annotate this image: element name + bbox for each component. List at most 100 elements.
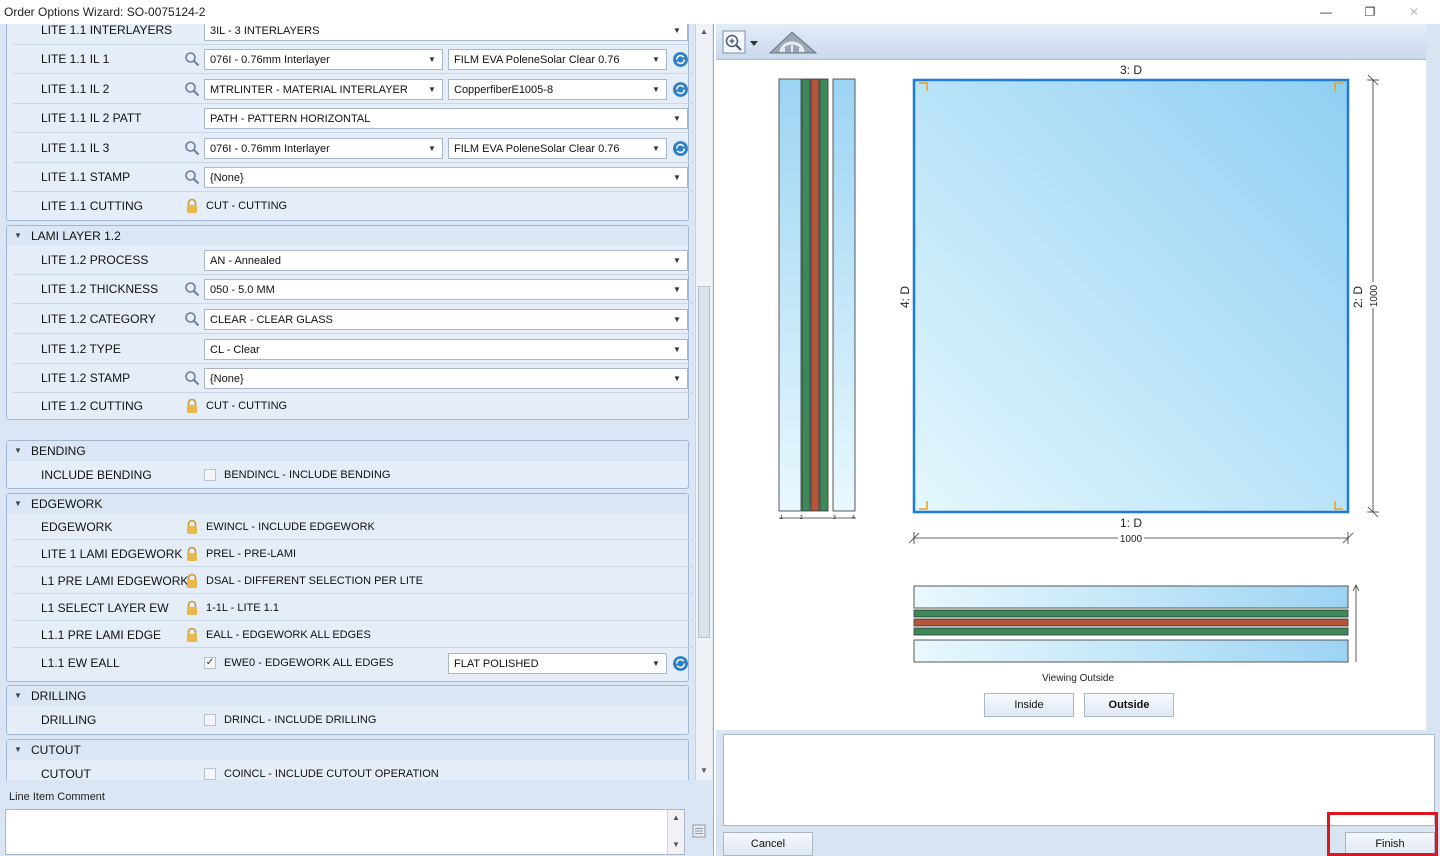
- interlayers-select[interactable]: 3IL - 3 INTERLAYERS ▼: [204, 24, 688, 41]
- row-label: LITE 1.2 PROCESS: [41, 253, 149, 267]
- chevron-down-icon[interactable]: ▼: [667, 310, 687, 329]
- layer-tick: 2: [800, 515, 803, 521]
- row-label: EDGEWORK: [41, 520, 113, 534]
- row-value: CUT - CUTTING: [206, 400, 288, 412]
- row-label: CUTOUT: [41, 767, 91, 780]
- chevron-down-icon[interactable]: ▼: [646, 139, 666, 158]
- outside-button[interactable]: Outside: [1084, 693, 1174, 717]
- category-select[interactable]: CLEAR - CLEAR GLASS ▼: [204, 309, 688, 330]
- chevron-down-icon[interactable]: ▼: [667, 24, 687, 40]
- minimize-button[interactable]: —: [1304, 2, 1348, 22]
- comment-scrollbar[interactable]: ▲ ▼: [667, 810, 684, 854]
- il-3-material-select[interactable]: FILM EVA PoleneSolar Clear 0.76 ▼: [448, 138, 667, 159]
- lock-icon: [187, 519, 197, 534]
- refresh-icon[interactable]: [672, 81, 689, 98]
- row-label: LITE 1.1 IL 3: [41, 141, 110, 155]
- il-2-material-select[interactable]: CopperfiberE1005-8 ▼: [448, 79, 667, 100]
- select-value: FLAT POLISHED: [454, 658, 539, 670]
- thickness-select[interactable]: 050 - 5.0 MM ▼: [204, 279, 688, 300]
- collapse-icon[interactable]: ▼: [14, 499, 22, 508]
- chevron-down-icon[interactable]: ▼: [646, 654, 666, 673]
- chevron-down-icon[interactable]: ▼: [667, 280, 687, 299]
- line-item-comment-input[interactable]: [5, 809, 685, 855]
- shape-view-icon[interactable]: [766, 28, 820, 56]
- il-3-select[interactable]: 076I - 0.76mm Interlayer ▼: [204, 138, 443, 159]
- search-icon[interactable]: [184, 140, 200, 156]
- select-value: CLEAR - CLEAR GLASS: [210, 314, 333, 326]
- row-lite-1-1-interlayers: LITE 1.1 INTERLAYERS 3IL - 3 INTERLAYERS…: [13, 24, 694, 45]
- row-value: EWINCL - INCLUDE EDGEWORK: [206, 521, 375, 533]
- row-l1-1-ew-eall: L1.1 EW EALL ✓ EWE0 - EDGEWORK ALL EDGES…: [13, 649, 694, 678]
- chevron-down-icon[interactable]: ▼: [667, 251, 687, 270]
- scrollbar-thumb[interactable]: [698, 286, 710, 638]
- include-bending-checkbox[interactable]: [204, 469, 216, 481]
- scroll-down-icon[interactable]: ▼: [696, 763, 712, 779]
- lite-pane-outer: [913, 585, 1349, 609]
- il-1-select[interactable]: 076I - 0.76mm Interlayer ▼: [204, 49, 443, 70]
- viewing-caption: Viewing Outside: [1042, 673, 1115, 684]
- collapse-icon[interactable]: ▼: [14, 745, 22, 754]
- chevron-down-icon[interactable]: ▼: [646, 80, 666, 99]
- group-header[interactable]: ▼ BENDING: [7, 441, 688, 461]
- stamp-select[interactable]: {None} ▼: [204, 368, 688, 389]
- options-scroll-area[interactable]: LITE 1.1 INTERLAYERS 3IL - 3 INTERLAYERS…: [0, 24, 695, 780]
- lock-icon: [187, 198, 197, 213]
- inside-button[interactable]: Inside: [984, 693, 1074, 717]
- il-2-select[interactable]: MTRLINTER - MATERIAL INTERLAYER ▼: [204, 79, 443, 100]
- group-header[interactable]: ▼ LAMI LAYER 1.2: [7, 226, 688, 246]
- group-drilling: ▼ DRILLING DRILLING DRINCL - INCLUDE DRI…: [6, 685, 689, 735]
- group-header[interactable]: ▼ EDGEWORK: [7, 494, 688, 514]
- il-1-material-select[interactable]: FILM EVA PoleneSolar Clear 0.76 ▼: [448, 49, 667, 70]
- select-value: FILM EVA PoleneSolar Clear 0.76: [454, 143, 620, 155]
- chevron-down-icon[interactable]: ▼: [667, 168, 687, 187]
- refresh-icon[interactable]: [672, 655, 689, 672]
- type-select[interactable]: CL - Clear ▼: [204, 339, 688, 360]
- search-icon[interactable]: [184, 370, 200, 386]
- close-button[interactable]: ✕: [1392, 2, 1436, 22]
- chevron-down-icon[interactable]: ▼: [667, 109, 687, 128]
- row-lite-1-2-process: LITE 1.2 PROCESS AN - Annealed ▼: [13, 246, 694, 275]
- refresh-icon[interactable]: [672, 51, 689, 68]
- lite-pane-outer: [778, 78, 802, 512]
- include-cutout-checkbox[interactable]: [204, 768, 216, 780]
- chevron-down-icon[interactable]: ▼: [422, 50, 442, 69]
- zoom-icon[interactable]: [722, 28, 762, 56]
- search-icon[interactable]: [184, 169, 200, 185]
- cancel-button[interactable]: Cancel: [723, 832, 813, 856]
- edge-finish-select[interactable]: FLAT POLISHED ▼: [448, 653, 667, 674]
- row-label: LITE 1.1 IL 1: [41, 52, 110, 66]
- restore-button[interactable]: ❐: [1348, 2, 1392, 22]
- collapse-icon[interactable]: ▼: [14, 691, 22, 700]
- edgework-all-edges-checkbox[interactable]: ✓: [204, 657, 216, 669]
- scroll-down-icon[interactable]: ▼: [668, 837, 684, 853]
- select-value: PATH - PATTERN HORIZONTAL: [210, 113, 371, 125]
- notes-icon[interactable]: [692, 824, 706, 838]
- refresh-icon[interactable]: [672, 140, 689, 157]
- search-icon[interactable]: [184, 51, 200, 67]
- scroll-up-icon[interactable]: ▲: [668, 810, 684, 826]
- cross-section-vertical: 1 2 3 4: [778, 78, 856, 521]
- search-icon[interactable]: [184, 281, 200, 297]
- checkbox-label: DRINCL - INCLUDE DRILLING: [224, 714, 377, 726]
- glass-drawing: 1 2 3 4 3: D 1: D 4: D 2: D 1000 1000 Vi…: [778, 63, 1380, 684]
- stamp-select[interactable]: {None} ▼: [204, 167, 688, 188]
- group-header[interactable]: ▼ CUTOUT: [7, 740, 688, 760]
- scroll-up-icon[interactable]: ▲: [696, 24, 712, 40]
- chevron-down-icon[interactable]: ▼: [422, 139, 442, 158]
- green-interlayer: [801, 78, 811, 512]
- process-select[interactable]: AN - Annealed ▼: [204, 250, 688, 271]
- chevron-down-icon[interactable]: ▼: [667, 369, 687, 388]
- chevron-down-icon[interactable]: ▼: [667, 340, 687, 359]
- group-header[interactable]: ▼ DRILLING: [7, 686, 688, 706]
- search-icon[interactable]: [184, 311, 200, 327]
- il-2-pattern-select[interactable]: PATH - PATTERN HORIZONTAL ▼: [204, 108, 688, 129]
- options-scrollbar[interactable]: ▲ ▼: [695, 24, 712, 780]
- chevron-down-icon[interactable]: ▼: [646, 50, 666, 69]
- row-label: L1.1 EW EALL: [41, 656, 120, 670]
- collapse-icon[interactable]: ▼: [14, 446, 22, 455]
- include-drilling-checkbox[interactable]: [204, 714, 216, 726]
- chevron-down-icon[interactable]: ▼: [422, 80, 442, 99]
- search-icon[interactable]: [184, 81, 200, 97]
- collapse-icon[interactable]: ▼: [14, 231, 22, 240]
- edge-label-bottom: 1: D: [1120, 516, 1142, 530]
